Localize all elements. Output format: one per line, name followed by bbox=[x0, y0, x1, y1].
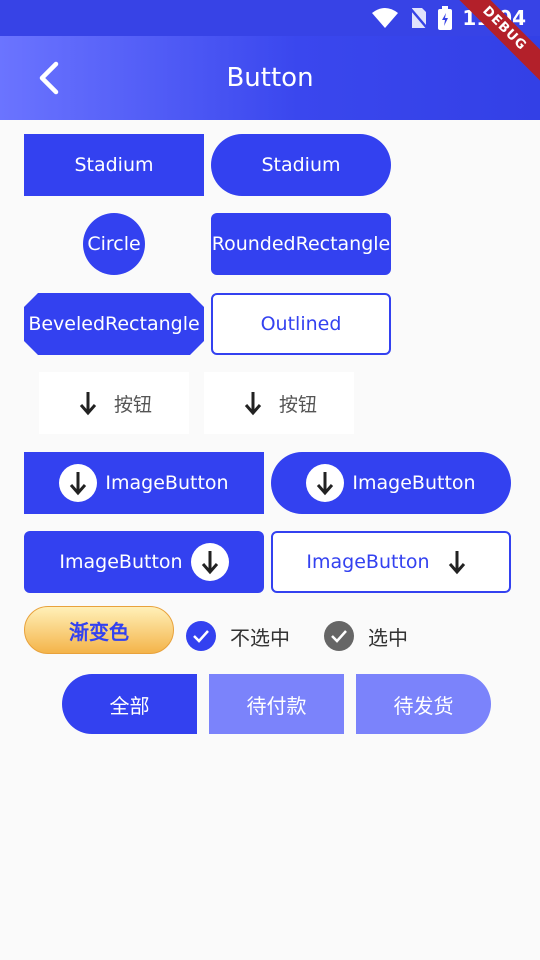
gradient-button[interactable]: 渐变色 bbox=[24, 606, 174, 654]
wifi-icon bbox=[372, 8, 399, 28]
flat-button-label: 按钮 bbox=[113, 393, 152, 416]
tab-all[interactable]: 全部 bbox=[62, 674, 197, 734]
image-button-3[interactable]: ImageButton bbox=[24, 531, 264, 593]
flat-button-label: 按钮 bbox=[278, 393, 317, 416]
rounded-rectangle-button[interactable]: RoundedRectangle bbox=[211, 213, 391, 275]
debug-label: DEBUG bbox=[450, 0, 540, 87]
image-button-label: ImageButton bbox=[59, 551, 183, 573]
checkbox-unselected[interactable]: 不选中 bbox=[186, 621, 290, 651]
arrow-down-icon bbox=[79, 392, 97, 416]
debug-banner: DEBUG bbox=[450, 0, 540, 90]
tab-pending-shipment[interactable]: 待发货 bbox=[356, 674, 491, 734]
stadium-button-square[interactable]: Stadium bbox=[24, 134, 204, 196]
beveled-rectangle-button[interactable]: BeveledRectangle bbox=[24, 293, 204, 355]
checkbox-label: 不选中 bbox=[230, 625, 290, 650]
back-arrow-icon[interactable] bbox=[30, 58, 70, 98]
stadium-button-round[interactable]: Stadium bbox=[211, 134, 391, 196]
no-sim-icon bbox=[409, 7, 429, 29]
arrow-down-circle-icon bbox=[306, 464, 345, 502]
image-button-label: ImageButton bbox=[105, 472, 229, 494]
flat-icon-button-2[interactable]: 按钮 bbox=[204, 372, 354, 434]
flat-icon-button-1[interactable]: 按钮 bbox=[39, 372, 189, 434]
tab-pending-payment[interactable]: 待付款 bbox=[209, 674, 344, 734]
outlined-button[interactable]: Outlined bbox=[211, 293, 391, 355]
arrow-down-circle-icon bbox=[190, 543, 229, 581]
image-button-label: ImageButton bbox=[352, 472, 476, 494]
checkbox-selected[interactable]: 选中 bbox=[324, 621, 408, 651]
arrow-down-icon bbox=[244, 392, 262, 416]
check-circle-icon bbox=[186, 621, 216, 651]
check-circle-icon bbox=[324, 621, 354, 651]
image-button-2[interactable]: ImageButton bbox=[271, 452, 511, 514]
circle-button[interactable]: Circle bbox=[83, 213, 145, 275]
image-button-4[interactable]: ImageButton bbox=[271, 531, 511, 593]
image-button-label: ImageButton bbox=[306, 551, 430, 573]
checkbox-label: 选中 bbox=[368, 625, 408, 650]
arrow-down-circle-icon bbox=[437, 543, 476, 581]
arrow-down-circle-icon bbox=[59, 464, 98, 502]
image-button-1[interactable]: ImageButton bbox=[24, 452, 264, 514]
